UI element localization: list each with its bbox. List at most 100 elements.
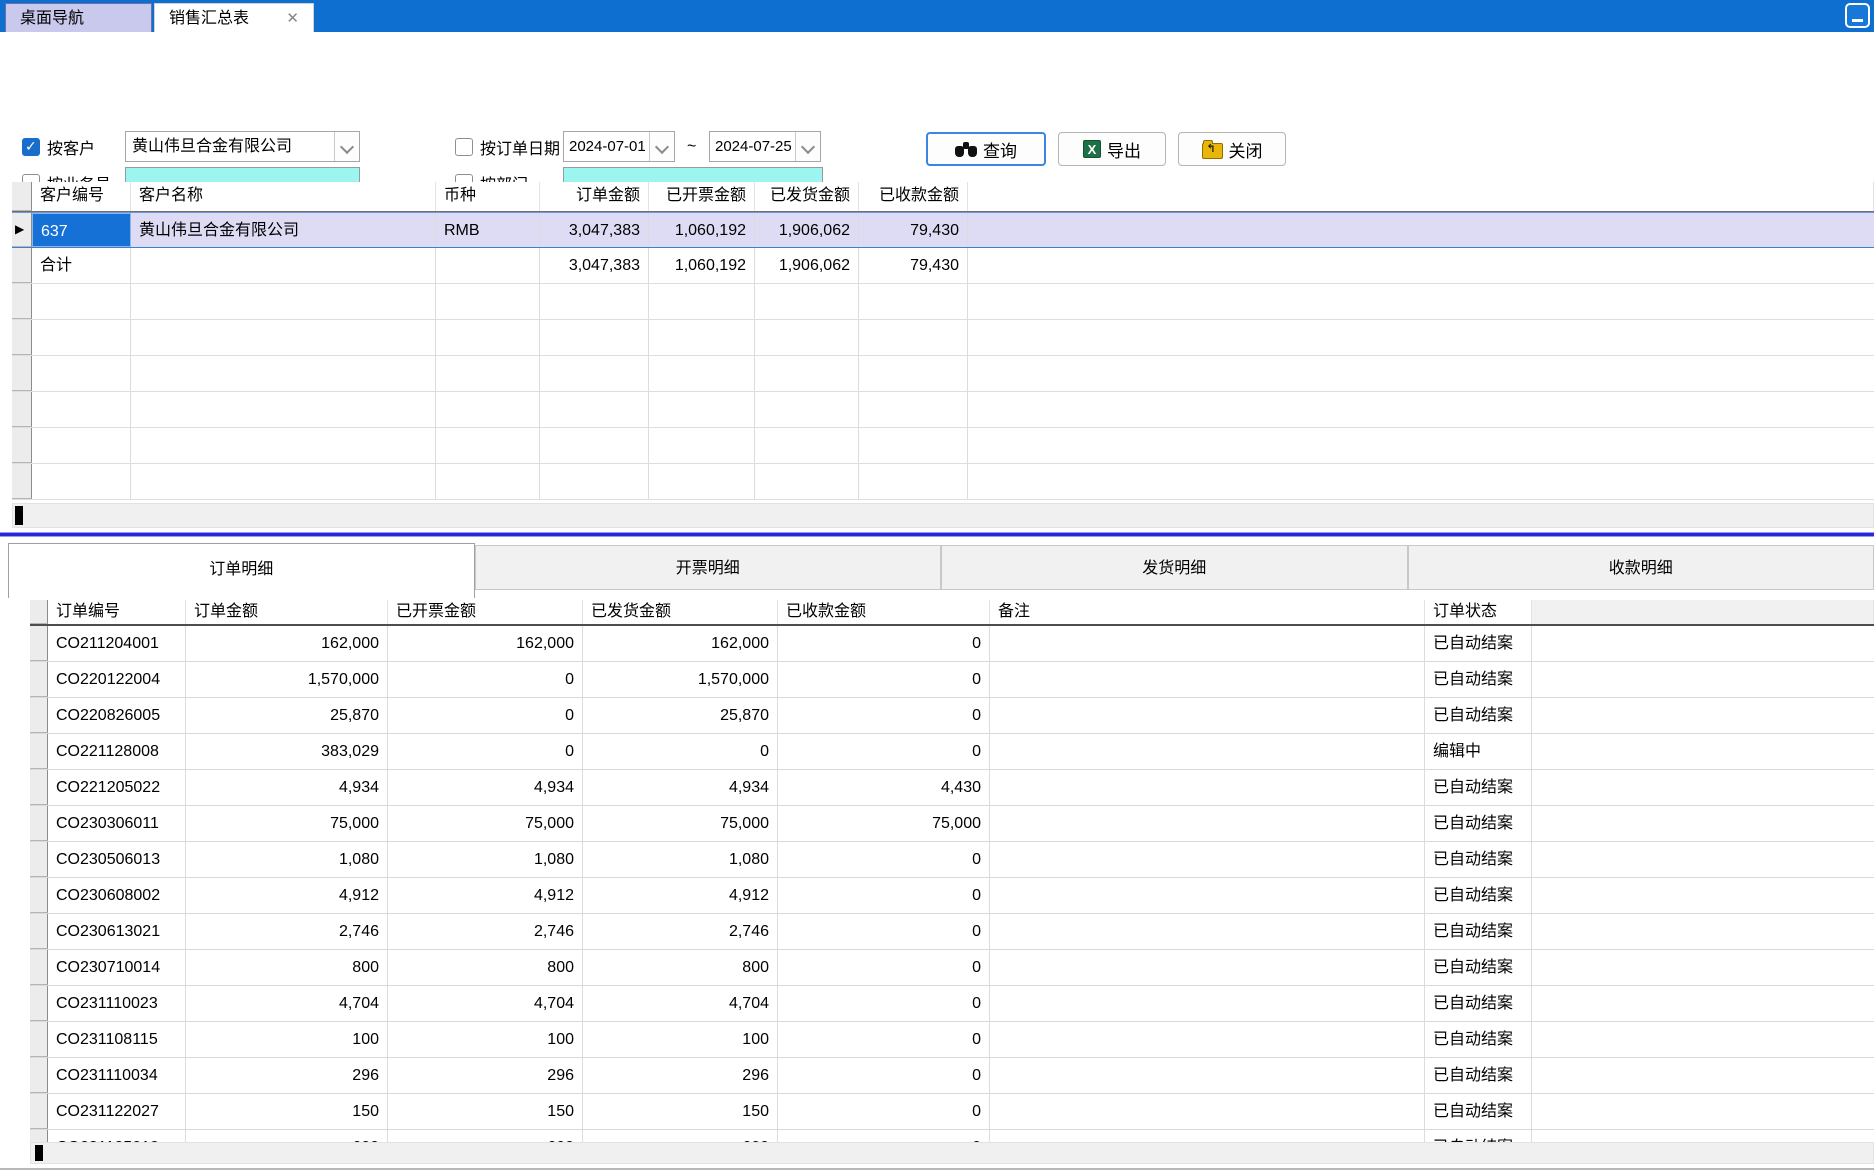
detail-cell[interactable]: 162,000 bbox=[583, 626, 778, 661]
detail-cell[interactable] bbox=[990, 1130, 1425, 1142]
detail-cell[interactable]: 已自动结案 bbox=[1425, 950, 1532, 985]
detail-cell[interactable]: 1,570,000 bbox=[186, 662, 388, 697]
detail-cell[interactable]: 编辑中 bbox=[1425, 734, 1532, 769]
detail-cell[interactable]: 0 bbox=[388, 698, 583, 733]
table-row[interactable]: CO2201220041,570,00001,570,0000已自动结案 bbox=[30, 662, 1874, 698]
detail-cell[interactable]: CO220826005 bbox=[48, 698, 186, 733]
detail-cell[interactable] bbox=[990, 1022, 1425, 1057]
detail-cell[interactable]: 4,430 bbox=[778, 770, 990, 805]
detail-tab-1[interactable]: 订单明细 bbox=[8, 543, 475, 598]
detail-cell[interactable]: 800 bbox=[186, 950, 388, 985]
detail-cell[interactable]: 150 bbox=[388, 1094, 583, 1129]
detail-cell[interactable]: 800 bbox=[583, 950, 778, 985]
detail-cell[interactable]: 已自动结案 bbox=[1425, 1094, 1532, 1129]
detail-cell[interactable]: CO230506013 bbox=[48, 842, 186, 877]
detail-cell[interactable]: 4,704 bbox=[388, 986, 583, 1021]
summary-cell[interactable]: 637 bbox=[32, 213, 131, 247]
detail-cell[interactable]: 1,080 bbox=[186, 842, 388, 877]
summary-cell[interactable]: 3,047,383 bbox=[540, 213, 649, 247]
detail-cell[interactable]: 4,934 bbox=[186, 770, 388, 805]
table-row[interactable]: CO2311100234,7044,7044,7040已自动结案 bbox=[30, 986, 1874, 1022]
detail-cell[interactable]: CO230613021 bbox=[48, 914, 186, 949]
table-row[interactable]: CO2311081151001001000已自动结案 bbox=[30, 1022, 1874, 1058]
date-from-select[interactable]: 2024-07-01 bbox=[563, 131, 675, 162]
table-row[interactable]: CO2311250126006006000已自动结案 bbox=[30, 1130, 1874, 1142]
detail-cell[interactable]: 已自动结案 bbox=[1425, 1022, 1532, 1057]
tab-list-icon[interactable] bbox=[1845, 3, 1870, 28]
detail-cell[interactable]: CO231110034 bbox=[48, 1058, 186, 1093]
detail-cell[interactable]: CO231110023 bbox=[48, 986, 186, 1021]
detail-cell[interactable]: 4,704 bbox=[583, 986, 778, 1021]
detail-cell[interactable]: 4,912 bbox=[583, 878, 778, 913]
table-row[interactable]: ▶637黄山伟旦合金有限公司RMB3,047,3831,060,1921,906… bbox=[12, 212, 1874, 248]
detail-cell[interactable]: CO231125012 bbox=[48, 1130, 186, 1142]
detail-cell[interactable]: 100 bbox=[388, 1022, 583, 1057]
table-row[interactable]: CO2307100148008008000已自动结案 bbox=[30, 950, 1874, 986]
detail-cell[interactable]: 已自动结案 bbox=[1425, 914, 1532, 949]
detail-cell[interactable]: CO211204001 bbox=[48, 626, 186, 661]
summary-cell[interactable]: 1,906,062 bbox=[755, 213, 859, 247]
tab-sales-summary[interactable]: 销售汇总表 ✕ bbox=[154, 3, 314, 32]
detail-cell[interactable] bbox=[990, 914, 1425, 949]
detail-cell[interactable]: 25,870 bbox=[186, 698, 388, 733]
detail-cell[interactable]: 已自动结案 bbox=[1425, 770, 1532, 805]
detail-cell[interactable]: 600 bbox=[186, 1130, 388, 1142]
detail-cell[interactable]: 1,080 bbox=[583, 842, 778, 877]
detail-cell[interactable]: 0 bbox=[388, 734, 583, 769]
detail-cell[interactable] bbox=[990, 626, 1425, 661]
detail-cell[interactable]: 75,000 bbox=[778, 806, 990, 841]
splitter-bar[interactable] bbox=[0, 532, 1874, 537]
date-to-select[interactable]: 2024-07-25 bbox=[709, 131, 821, 162]
detail-cell[interactable]: 0 bbox=[778, 662, 990, 697]
summary-cell[interactable]: 1,060,192 bbox=[649, 213, 755, 247]
detail-cell[interactable]: 已自动结案 bbox=[1425, 662, 1532, 697]
detail-cell[interactable]: 4,912 bbox=[186, 878, 388, 913]
chevron-down-icon[interactable] bbox=[334, 132, 359, 161]
detail-cell[interactable]: 383,029 bbox=[186, 734, 388, 769]
detail-cell[interactable]: 296 bbox=[583, 1058, 778, 1093]
detail-cell[interactable] bbox=[990, 770, 1425, 805]
table-row[interactable]: CO22082600525,870025,8700已自动结案 bbox=[30, 698, 1874, 734]
detail-cell[interactable]: 0 bbox=[778, 734, 990, 769]
by-customer-checkbox[interactable] bbox=[22, 138, 40, 156]
detail-cell[interactable]: 已自动结案 bbox=[1425, 1130, 1532, 1142]
close-icon[interactable]: ✕ bbox=[286, 11, 299, 26]
detail-cell[interactable]: 75,000 bbox=[186, 806, 388, 841]
detail-cell[interactable]: 4,912 bbox=[388, 878, 583, 913]
detail-cell[interactable]: 已自动结案 bbox=[1425, 806, 1532, 841]
query-button[interactable]: 查询 bbox=[926, 132, 1046, 166]
detail-cell[interactable]: CO230710014 bbox=[48, 950, 186, 985]
detail-tab-2[interactable]: 开票明细 bbox=[475, 545, 942, 590]
detail-cell[interactable] bbox=[990, 1058, 1425, 1093]
detail-cell[interactable]: 4,934 bbox=[388, 770, 583, 805]
detail-cell[interactable] bbox=[990, 1094, 1425, 1129]
detail-cell[interactable]: 800 bbox=[388, 950, 583, 985]
detail-cell[interactable] bbox=[990, 878, 1425, 913]
detail-horizontal-scrollbar[interactable] bbox=[30, 1142, 1874, 1164]
detail-cell[interactable]: 100 bbox=[186, 1022, 388, 1057]
detail-cell[interactable] bbox=[990, 986, 1425, 1021]
detail-cell[interactable]: 0 bbox=[778, 1094, 990, 1129]
detail-cell[interactable] bbox=[990, 842, 1425, 877]
table-row[interactable]: CO2311220271501501500已自动结案 bbox=[30, 1094, 1874, 1130]
detail-cell[interactable]: CO231122027 bbox=[48, 1094, 186, 1129]
detail-cell[interactable]: CO230306011 bbox=[48, 806, 186, 841]
detail-cell[interactable]: CO230608002 bbox=[48, 878, 186, 913]
chevron-down-icon[interactable] bbox=[649, 132, 674, 161]
detail-cell[interactable]: 1,570,000 bbox=[583, 662, 778, 697]
detail-cell[interactable]: 1,080 bbox=[388, 842, 583, 877]
table-row[interactable]: CO221128008383,029000编辑中 bbox=[30, 734, 1874, 770]
detail-cell[interactable] bbox=[990, 734, 1425, 769]
detail-cell[interactable] bbox=[990, 698, 1425, 733]
detail-cell[interactable]: 0 bbox=[778, 950, 990, 985]
chevron-down-icon[interactable] bbox=[795, 132, 820, 161]
detail-cell[interactable] bbox=[990, 662, 1425, 697]
detail-cell[interactable]: 0 bbox=[778, 842, 990, 877]
detail-cell[interactable]: 0 bbox=[778, 698, 990, 733]
detail-tab-3[interactable]: 发货明细 bbox=[941, 545, 1408, 590]
table-row[interactable]: CO2306130212,7462,7462,7460已自动结案 bbox=[30, 914, 1874, 950]
table-row[interactable]: CO2306080024,9124,9124,9120已自动结案 bbox=[30, 878, 1874, 914]
detail-cell[interactable]: 0 bbox=[778, 626, 990, 661]
detail-cell[interactable]: 2,746 bbox=[583, 914, 778, 949]
detail-cell[interactable]: 150 bbox=[186, 1094, 388, 1129]
